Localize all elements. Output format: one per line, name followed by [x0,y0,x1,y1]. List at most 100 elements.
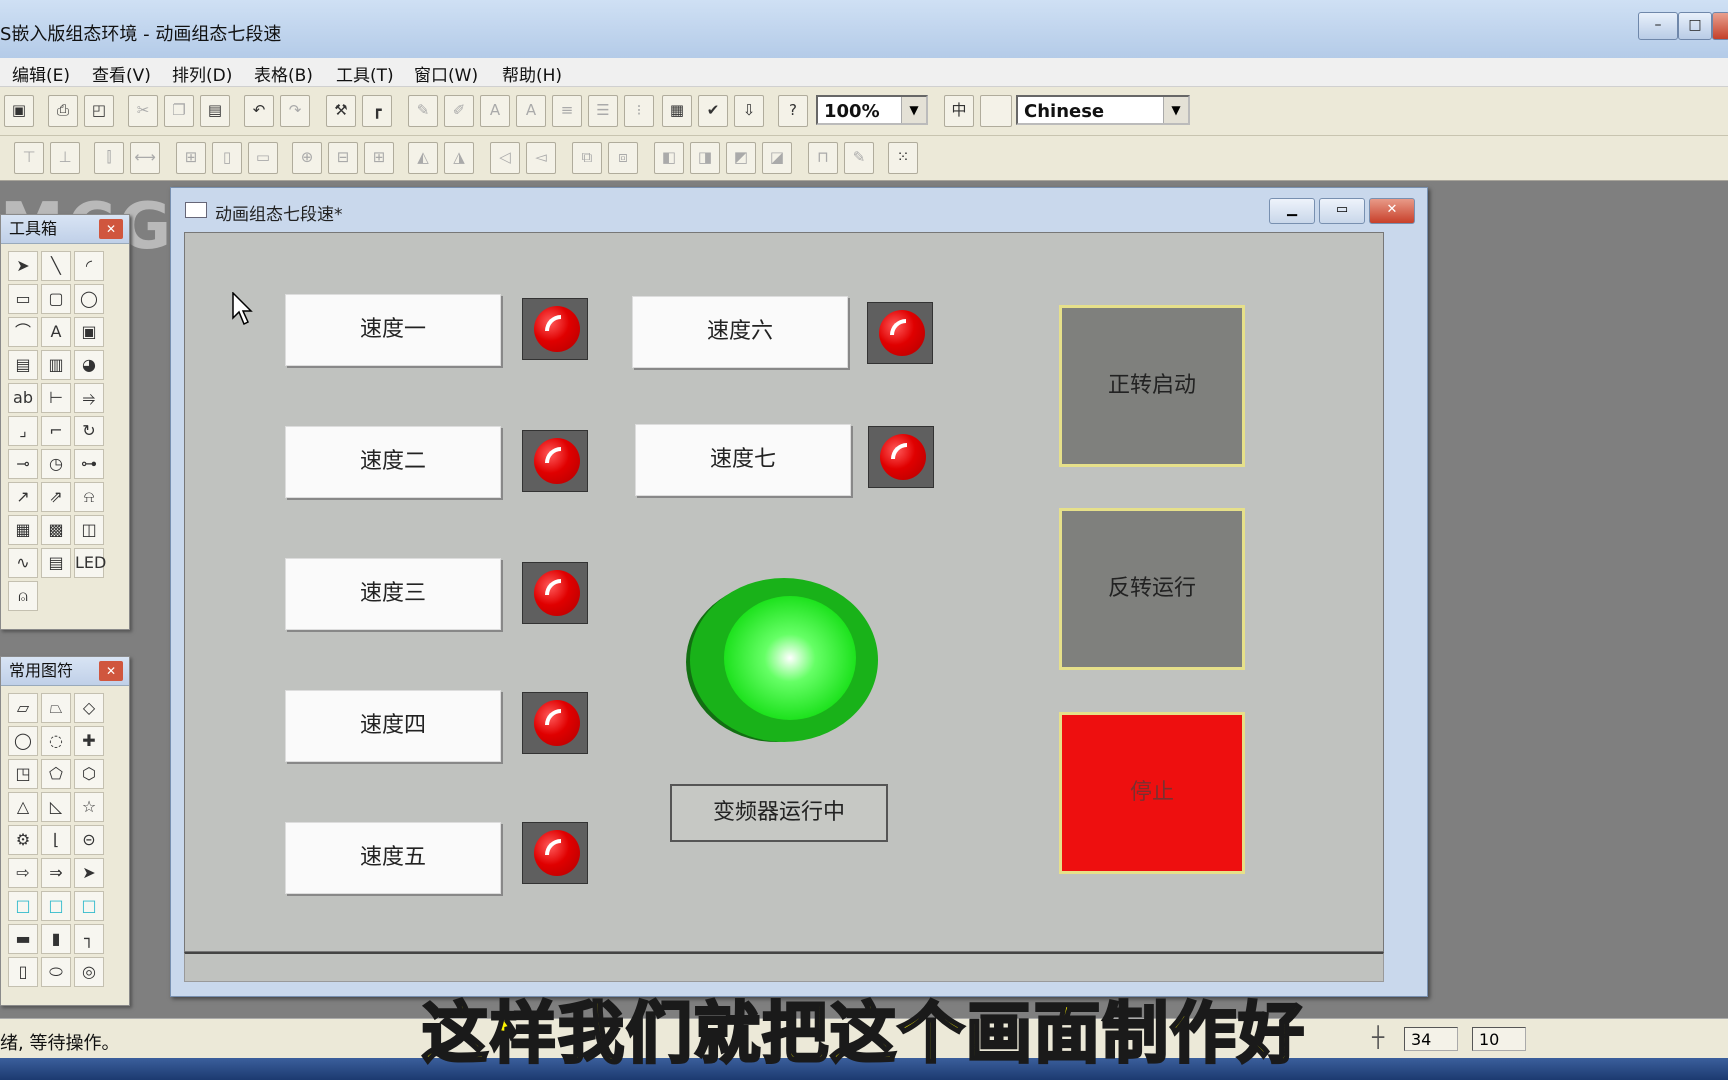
rotate-right-icon[interactable]: ◮ [444,142,474,174]
print-preview-icon[interactable]: ◰ [84,95,114,127]
rectangle-icon[interactable]: ▭ [8,284,38,314]
trend-chart-icon[interactable]: ↗ [8,482,38,512]
line-icon[interactable]: ╲ [41,251,71,281]
window-minimize-button[interactable]: ▁ [1269,198,1315,224]
frame-icon-1[interactable]: □ [8,891,38,921]
spread-horizontal-icon[interactable]: ⟷ [130,142,160,174]
arc-icon[interactable]: ◜ [74,251,104,281]
center-icon-1[interactable]: ⊕ [292,142,322,174]
menu-arrange[interactable]: 排列(D) [172,61,232,86]
cut-icon[interactable]: ✂ [128,95,158,127]
trapezoid-icon[interactable]: ⏢ [41,693,71,723]
list-icon[interactable]: ☰ [588,95,618,127]
speed-7-label[interactable]: 速度七 [635,424,851,496]
cube-icon[interactable]: ◳ [8,759,38,789]
menu-window[interactable]: 窗口(W) [414,61,478,86]
triangle-icon[interactable]: △ [8,792,38,822]
redo-icon[interactable]: ↷ [280,95,310,127]
close-icon[interactable]: ✕ [99,661,123,681]
center-icon-2[interactable]: ⊟ [328,142,358,174]
frame-icon-2[interactable]: □ [41,891,71,921]
flip-horizontal-icon[interactable]: ◁ [490,142,520,174]
minimize-button[interactable]: – [1638,12,1678,40]
bend-line-icon[interactable]: ⌐ [41,416,71,446]
paste-icon[interactable]: ▤ [200,95,230,127]
speed-4-label[interactable]: 速度四 [285,690,501,762]
center-icon-3[interactable]: ⊞ [364,142,394,174]
insert-element-icon[interactable]: ▥ [41,350,71,380]
speed-4-indicator[interactable] [522,692,588,754]
properties-icon[interactable]: ▦ [662,95,692,127]
vfd-status-label[interactable]: 变频器运行中 [670,784,888,842]
flow-icon[interactable]: ⥤ [74,383,104,413]
rotate-left-icon[interactable]: ◭ [408,142,438,174]
slider-icon[interactable]: ⊸ [8,449,38,479]
arrow-right-block-icon[interactable]: ⇒ [41,858,71,888]
globe-icon[interactable]: ◕ [74,350,104,380]
rotate-icon[interactable]: ↻ [74,416,104,446]
menu-table[interactable]: 表格(B) [254,61,313,86]
edit-shape-icon[interactable]: ✎ [844,142,874,174]
led-icon[interactable]: LED [74,548,106,578]
rounded-rectangle-icon[interactable]: ▢ [41,284,71,314]
speed-1-label[interactable]: 速度一 [285,294,501,366]
alarm-icon[interactable]: ⍾ [74,482,104,512]
ungroup-icon[interactable]: ⧈ [608,142,638,174]
polyline-icon[interactable]: ⌒ [8,317,38,347]
chevron-down-icon[interactable]: ▼ [901,97,926,123]
right-triangle-icon[interactable]: ◺ [41,792,71,822]
text-icon[interactable]: A [41,317,71,347]
bring-front-icon[interactable]: ◧ [654,142,684,174]
align-lines-icon[interactable]: ≡ [552,95,582,127]
storage-icon[interactable]: ◫ [74,515,104,545]
recipe-icon[interactable]: ▤ [41,548,71,578]
text-size-up-icon[interactable]: A [516,95,546,127]
report-icon[interactable]: ▩ [41,515,71,545]
undo-icon[interactable]: ↶ [244,95,274,127]
capsule-icon[interactable]: ⊝ [74,825,104,855]
forward-start-button[interactable]: 正转启动 [1059,305,1245,467]
copy-icon[interactable]: ❐ [164,95,194,127]
blank-toolbar-button[interactable] [980,95,1012,127]
format-icon-1[interactable]: ✎ [408,95,438,127]
align-top-icon[interactable]: ⊤ [14,142,44,174]
save-icon[interactable]: ▣ [4,95,34,127]
align-bottom-icon[interactable]: ⊥ [50,142,80,174]
callout-icon[interactable]: ◌ [41,726,71,756]
sort-icon[interactable]: ⇩ [734,95,764,127]
chevron-down-icon[interactable]: ▼ [1163,97,1188,123]
ellipse-shape-icon[interactable]: ◯ [8,726,38,756]
flip-vertical-icon[interactable]: ◅ [526,142,556,174]
check-icon[interactable]: ✔ [698,95,728,127]
tools-icon[interactable]: ⚒ [326,95,356,127]
star-icon[interactable]: ☆ [74,792,104,822]
grid-dots-icon[interactable]: ⁝ [624,95,654,127]
same-size-icon[interactable]: ⊞ [176,142,206,174]
diamond-icon[interactable]: ◇ [74,693,104,723]
speed-6-label[interactable]: 速度六 [632,296,848,368]
print-icon[interactable]: ⎙ [48,95,78,127]
text-size-down-icon[interactable]: A [480,95,510,127]
reverse-run-button[interactable]: 反转运行 [1059,508,1245,670]
maximize-button[interactable]: □ [1678,12,1712,40]
cross-icon[interactable]: ✚ [74,726,104,756]
corner-icon[interactable]: ┐ [74,924,104,954]
input-box-icon[interactable]: ab [8,383,38,413]
label-icon[interactable]: ⊢ [41,383,71,413]
speed-2-label[interactable]: 速度二 [285,426,501,498]
speed-1-indicator[interactable] [522,298,588,360]
close-button[interactable] [1712,12,1728,40]
language-select[interactable]: Chinese ▼ [1016,95,1190,125]
arrow-right-solid-icon[interactable]: ➤ [74,858,104,888]
grid-icon[interactable]: ⁙ [888,142,918,174]
speed-5-indicator[interactable] [522,822,588,884]
pointer-icon[interactable]: ➤ [8,251,38,281]
menu-view[interactable]: 查看(V) [92,61,151,86]
speed-2-indicator[interactable] [522,430,588,492]
history-chart-icon[interactable]: ⇗ [41,482,71,512]
lock-icon[interactable]: ⊓ [808,142,838,174]
frame-icon-3[interactable]: □ [74,891,104,921]
bitmap-icon[interactable]: ▣ [74,317,104,347]
curve-icon[interactable]: ∿ [8,548,38,578]
pentagon-arrow-icon[interactable]: ⬠ [41,759,71,789]
